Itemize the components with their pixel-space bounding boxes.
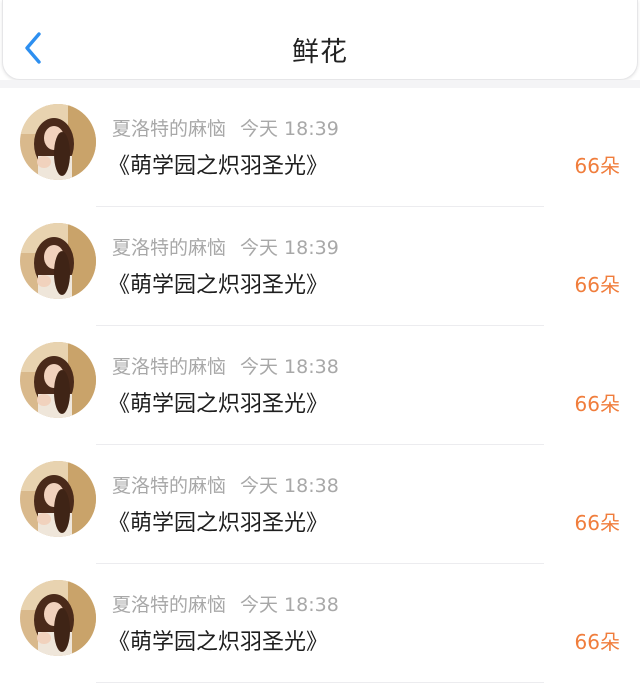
- list-item[interactable]: 夏洛特的麻恼 今天 18:39 《萌学园之炽羽圣光》 66朵: [0, 88, 640, 207]
- record-meta: 夏洛特的麻恼 今天 18:38: [112, 471, 339, 498]
- user-name: 夏洛特的麻恼: [112, 356, 227, 378]
- record-meta: 夏洛特的麻恼 今天 18:38: [112, 590, 339, 617]
- list-item[interactable]: 夏洛特的麻恼 今天 18:38 《萌学园之炽羽圣光》 66朵: [0, 326, 640, 445]
- user-name: 夏洛特的麻恼: [112, 237, 227, 259]
- user-name: 夏洛特的麻恼: [112, 118, 227, 140]
- book-title[interactable]: 《萌学园之炽羽圣光》: [108, 505, 328, 537]
- avatar[interactable]: [20, 461, 96, 537]
- record-meta: 夏洛特的麻恼 今天 18:39: [112, 233, 339, 260]
- avatar[interactable]: [20, 342, 96, 418]
- record-meta: 夏洛特的麻恼 今天 18:39: [112, 114, 339, 141]
- book-title[interactable]: 《萌学园之炽羽圣光》: [108, 267, 328, 299]
- book-title[interactable]: 《萌学园之炽羽圣光》: [108, 386, 328, 418]
- flower-amount: 66朵: [574, 392, 620, 416]
- avatar[interactable]: [20, 223, 96, 299]
- record-time: 今天 18:39: [240, 237, 339, 259]
- flower-amount: 66朵: [574, 154, 620, 178]
- user-name: 夏洛特的麻恼: [112, 475, 227, 497]
- record-time: 今天 18:38: [240, 594, 339, 616]
- flower-amount: 66朵: [574, 273, 620, 297]
- row-divider: [96, 682, 544, 683]
- record-time: 今天 18:38: [240, 356, 339, 378]
- list-item[interactable]: 夏洛特的麻恼 今天 18:38 《萌学园之炽羽圣光》 66朵: [0, 445, 640, 564]
- avatar[interactable]: [20, 580, 96, 656]
- record-time: 今天 18:39: [240, 118, 339, 140]
- flower-amount: 66朵: [574, 630, 620, 654]
- section-gap: [0, 80, 640, 88]
- record-time: 今天 18:38: [240, 475, 339, 497]
- record-meta: 夏洛特的麻恼 今天 18:38: [112, 352, 339, 379]
- book-title[interactable]: 《萌学园之炽羽圣光》: [108, 148, 328, 180]
- avatar[interactable]: [20, 104, 96, 180]
- top-nav-bar: 鲜花: [2, 0, 638, 80]
- page-title: 鲜花: [292, 37, 348, 68]
- list-item[interactable]: 夏洛特的麻恼 今天 18:39 《萌学园之炽羽圣光》 66朵: [0, 207, 640, 326]
- user-name: 夏洛特的麻恼: [112, 594, 227, 616]
- flowers-page: 鲜花 夏洛特的麻恼 今天 18:39 《萌学园之炽羽圣光》 66朵 夏洛特的麻恼…: [0, 0, 640, 686]
- book-title[interactable]: 《萌学园之炽羽圣光》: [108, 624, 328, 656]
- list-item[interactable]: 夏洛特的麻恼 今天 18:38 《萌学园之炽羽圣光》 66朵: [0, 564, 640, 683]
- flower-amount: 66朵: [574, 511, 620, 535]
- flower-record-list: 夏洛特的麻恼 今天 18:39 《萌学园之炽羽圣光》 66朵 夏洛特的麻恼 今天…: [0, 88, 640, 683]
